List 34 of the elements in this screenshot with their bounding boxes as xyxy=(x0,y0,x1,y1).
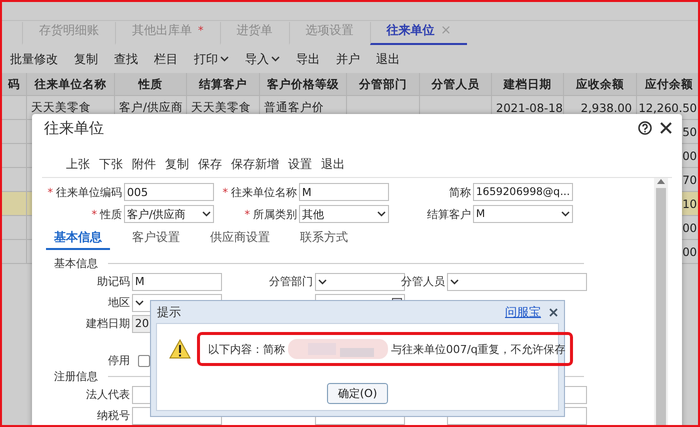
table-cell: 天天美零食 xyxy=(31,100,91,115)
modified-mark: * xyxy=(198,24,204,37)
message-text: 与往来单位007/q重复，不允许保存 xyxy=(391,342,566,356)
table-cell: 70 xyxy=(682,172,697,186)
field-label: * 往来单位编码 xyxy=(48,184,122,200)
field-label: 地区 xyxy=(108,295,130,310)
field-label: 法人代表 xyxy=(86,387,130,402)
dialog-title: 往来单位 xyxy=(44,118,104,138)
field-label: 分管人员 xyxy=(401,274,445,289)
field-label: 纳税号 xyxy=(97,408,130,423)
table-cell: 00 xyxy=(682,148,697,162)
table-cell: 50 xyxy=(682,124,697,138)
table-cell: 10 xyxy=(682,196,697,210)
table-cell: 12,260.50 xyxy=(638,100,697,114)
field-label: * 性质 xyxy=(92,206,122,222)
alert-title: 提示 xyxy=(157,304,181,320)
table-cell: 2021-08-18 xyxy=(496,100,563,114)
table-cell: 客户/供应商 xyxy=(119,100,183,115)
field-label: * 所属类别 xyxy=(244,206,297,222)
field-label: 简称 xyxy=(449,184,471,200)
field-label: 建档日期 xyxy=(86,316,130,331)
table-cell: 00 xyxy=(682,244,697,258)
field-label: 助记码 xyxy=(97,274,130,289)
table-cell: 天天美零食 xyxy=(191,100,251,115)
table-cell: 00 xyxy=(682,220,697,234)
field-label: 停用 xyxy=(108,353,130,368)
table-cell: 普通客户价 xyxy=(264,100,324,115)
message-text: 以下内容：简称 xyxy=(208,342,285,356)
section-title: 注册信息 xyxy=(54,369,98,384)
field-label: 结算客户 xyxy=(427,206,471,222)
table-cell: 2,938.00 xyxy=(580,100,632,114)
field-label: * 往来单位名称 xyxy=(222,184,297,200)
section-title: 基本信息 xyxy=(54,256,98,271)
field-label: 分管部门 xyxy=(269,274,313,289)
